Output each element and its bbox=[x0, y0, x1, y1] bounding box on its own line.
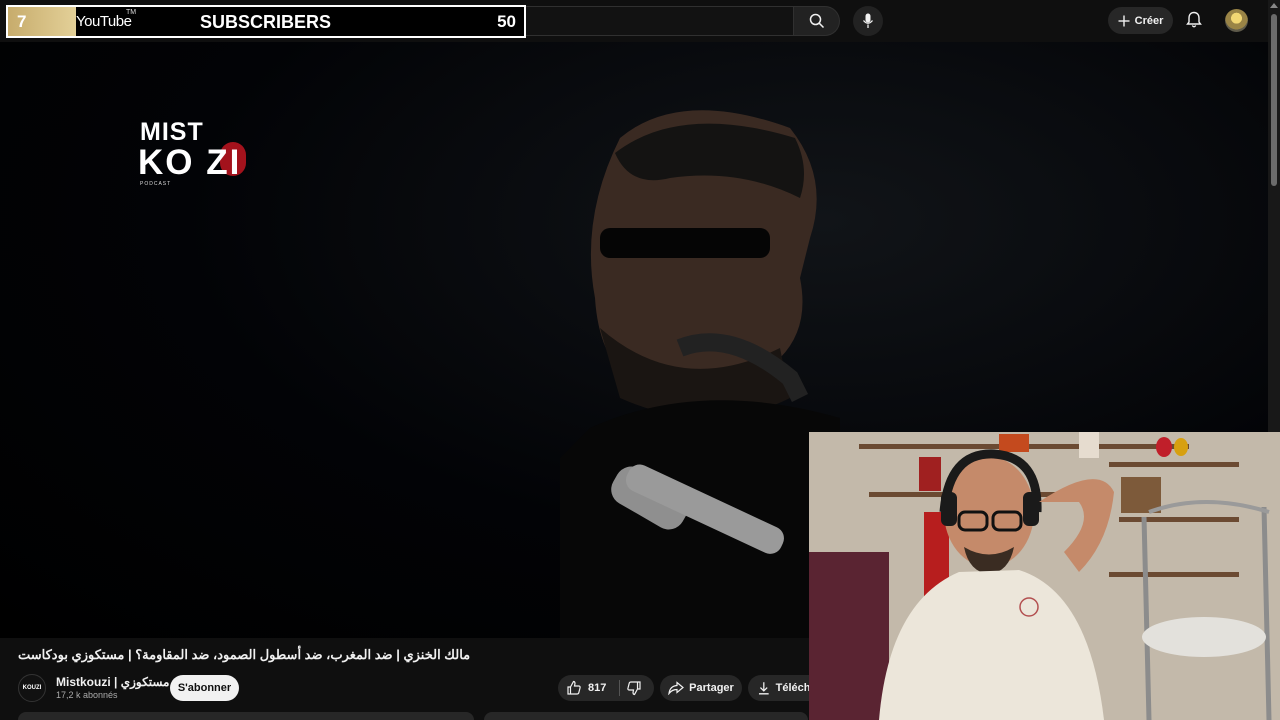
podcast-logo: MIST KO ZI PODCAST bbox=[138, 118, 310, 190]
youtube-wordmark: YouTube bbox=[76, 13, 132, 30]
share-label: Partager bbox=[689, 682, 734, 694]
counter-label: SUBSCRIBERS bbox=[200, 12, 332, 32]
channel-name[interactable]: Mistkouzi | مستكوزي bbox=[56, 675, 169, 689]
like-separator bbox=[619, 680, 620, 696]
podcast-guest-image bbox=[560, 110, 840, 638]
streamer-webcam-overlay bbox=[809, 432, 1280, 720]
share-button[interactable]: Partager bbox=[660, 675, 742, 701]
scroll-up-arrow-icon[interactable] bbox=[1270, 3, 1278, 8]
like-count: 817 bbox=[588, 682, 607, 694]
channel-subscriber-count: 17,2 k abonnés bbox=[56, 690, 118, 700]
thumbs-up-icon bbox=[567, 680, 581, 695]
plus-icon bbox=[1118, 15, 1130, 26]
subscribe-button[interactable]: S'abonner bbox=[170, 675, 239, 701]
channel-avatar[interactable]: KOUZI bbox=[18, 674, 46, 702]
create-label: Créer bbox=[1134, 14, 1164, 27]
video-title: مالك الخنزي | ضد المغرب، ضد أسطول الصمود… bbox=[18, 647, 471, 662]
notifications-bell-icon[interactable] bbox=[1184, 10, 1204, 30]
recommendation-card[interactable] bbox=[484, 712, 808, 720]
share-arrow-icon bbox=[668, 681, 685, 695]
webcam-scene-image bbox=[809, 432, 1280, 720]
search-icon bbox=[809, 13, 824, 29]
create-button[interactable]: Créer bbox=[1108, 7, 1173, 34]
thumbs-down-icon[interactable] bbox=[626, 680, 642, 696]
subscriber-counter-overlay: 7 YouTube TM SUBSCRIBERS 50 bbox=[6, 5, 526, 38]
microphone-icon bbox=[862, 13, 874, 28]
scrollbar-thumb[interactable] bbox=[1271, 14, 1277, 186]
counter-left-value: 7 bbox=[17, 12, 27, 31]
logo-subtitle: PODCAST bbox=[140, 181, 172, 187]
voice-search-button[interactable] bbox=[853, 6, 883, 36]
counter-right-value: 50 bbox=[497, 12, 516, 31]
trademark-mark: TM bbox=[126, 9, 137, 16]
account-avatar[interactable] bbox=[1225, 9, 1248, 32]
search-button[interactable] bbox=[794, 6, 840, 36]
like-dislike-group: 817 bbox=[558, 675, 654, 701]
logo-line2: KO ZI bbox=[138, 143, 242, 182]
like-button[interactable]: 817 bbox=[566, 675, 606, 701]
description-card[interactable] bbox=[18, 712, 474, 720]
download-icon bbox=[758, 682, 769, 695]
